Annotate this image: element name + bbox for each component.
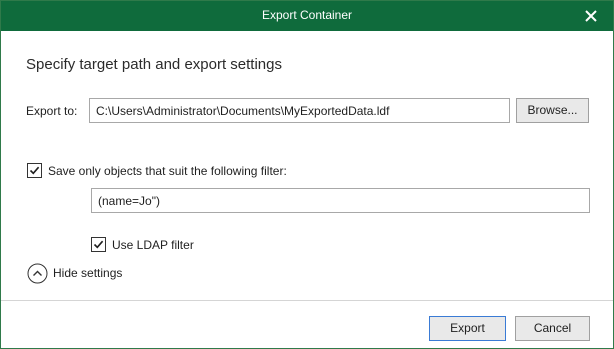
dialog-heading: Specify target path and export settings [26, 56, 282, 73]
export-path-input[interactable] [89, 98, 510, 123]
filter-input[interactable] [91, 188, 590, 213]
browse-button[interactable]: Browse... [516, 98, 589, 123]
ldap-filter-checkbox[interactable] [91, 237, 106, 252]
title-bar: Export Container [1, 1, 613, 31]
cancel-button[interactable]: Cancel [515, 316, 590, 341]
hide-settings-link[interactable]: Hide settings [53, 266, 122, 280]
filter-checkbox-label[interactable]: Save only objects that suit the followin… [48, 164, 287, 178]
export-container-dialog: Export Container Specify target path and… [0, 0, 614, 349]
chevron-up-circle-icon[interactable] [27, 263, 48, 284]
checkmark-icon [29, 166, 40, 175]
filter-checkbox[interactable] [27, 163, 42, 178]
ldap-filter-label[interactable]: Use LDAP filter [112, 238, 194, 252]
footer-separator [1, 300, 613, 301]
window-title: Export Container [261, 8, 353, 22]
export-button[interactable]: Export [429, 316, 506, 341]
close-icon[interactable] [581, 6, 601, 26]
checkmark-icon [93, 240, 104, 249]
export-to-label: Export to: [26, 104, 78, 118]
